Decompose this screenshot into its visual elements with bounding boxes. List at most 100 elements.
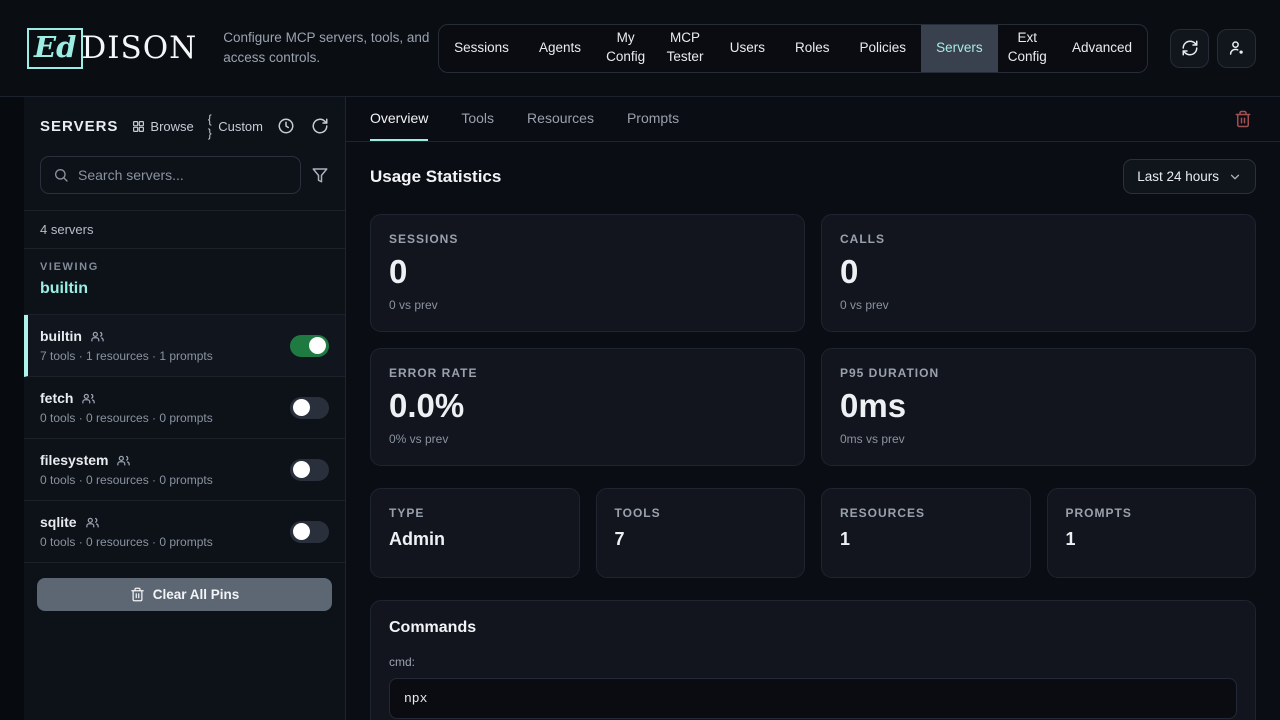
usage-header: Usage Statistics Last 24 hours (370, 159, 1256, 194)
chevron-down-icon (1228, 170, 1242, 184)
user-settings-button[interactable] (1217, 29, 1256, 68)
stat-label: ERROR RATE (389, 366, 786, 380)
sidebar-title: SERVERS (40, 118, 118, 135)
info-card-prompts: PROMPTS 1 (1047, 488, 1257, 578)
toggle-knob (293, 461, 310, 478)
stat-value: 0ms (840, 387, 1237, 425)
users-icon (81, 391, 96, 406)
server-toggle-filesystem[interactable] (290, 459, 329, 481)
server-toggle-fetch[interactable] (290, 397, 329, 419)
server-info: sqlite 0 tools · 0 resources · 0 prompts (40, 514, 290, 549)
tab-resources[interactable]: Resources (527, 97, 594, 141)
server-row-fetch[interactable]: fetch 0 tools · 0 resources · 0 prompts (24, 377, 345, 439)
server-meta: 0 tools · 0 resources · 0 prompts (40, 411, 290, 425)
top-nav: Sessions Agents My Config MCP Tester Use… (438, 24, 1148, 73)
tab-prompts[interactable]: Prompts (627, 97, 679, 141)
server-row-filesystem[interactable]: filesystem 0 tools · 0 resources · 0 pro… (24, 439, 345, 501)
server-name: sqlite (40, 514, 77, 530)
tab-tools[interactable]: Tools (461, 97, 494, 141)
detail-tabbar: Overview Tools Resources Prompts (346, 97, 1280, 142)
cmd-label: cmd: (389, 655, 1237, 669)
nav-item-users[interactable]: Users (715, 25, 780, 72)
sync-button[interactable] (1170, 29, 1209, 68)
server-toggle-sqlite[interactable] (290, 521, 329, 543)
custom-button[interactable]: { } Custom (208, 112, 263, 140)
info-value: Admin (389, 529, 561, 550)
logo-text: DISON (81, 33, 197, 64)
time-range-dropdown[interactable]: Last 24 hours (1123, 159, 1256, 194)
time-range-label: Last 24 hours (1137, 169, 1219, 184)
history-clock-icon[interactable] (277, 117, 295, 135)
toggle-knob (293, 399, 310, 416)
stat-card-calls: CALLS 0 0 vs prev (821, 214, 1256, 332)
toggle-knob (309, 337, 326, 354)
stat-card-error-rate: ERROR RATE 0.0% 0% vs prev (370, 348, 805, 466)
server-name: builtin (40, 328, 82, 344)
viewing-block: VIEWING builtin (24, 249, 345, 315)
nav-item-ext-config[interactable]: Ext Config (998, 25, 1057, 72)
users-icon (116, 453, 131, 468)
filter-icon[interactable] (311, 166, 329, 184)
stat-value: 0 (840, 253, 1237, 291)
toggle-knob (293, 523, 310, 540)
clear-all-pins-label: Clear All Pins (153, 587, 240, 602)
info-label: RESOURCES (840, 506, 1012, 520)
server-row-sqlite[interactable]: sqlite 0 tools · 0 resources · 0 prompts (24, 501, 345, 563)
nav-item-advanced[interactable]: Advanced (1057, 25, 1147, 72)
search-box (40, 156, 301, 194)
stat-delta: 0ms vs prev (840, 432, 1237, 446)
server-info: filesystem 0 tools · 0 resources · 0 pro… (40, 452, 290, 487)
server-meta: 0 tools · 0 resources · 0 prompts (40, 473, 290, 487)
server-detail-panel: Overview Tools Resources Prompts Usage S… (345, 97, 1280, 720)
sidebar-header-icons (277, 117, 329, 135)
content-area: SERVERS Browse { } Custom (0, 97, 1280, 720)
servers-sidebar: SERVERS Browse { } Custom (24, 97, 345, 720)
stat-card-p95-duration: P95 DURATION 0ms 0ms vs prev (821, 348, 1256, 466)
nav-item-mcp-tester[interactable]: MCP Tester (655, 25, 714, 72)
usage-title: Usage Statistics (370, 167, 501, 187)
info-card-resources: RESOURCES 1 (821, 488, 1031, 578)
app-logo[interactable]: EdDISON (27, 28, 197, 69)
browse-button[interactable]: Browse (132, 119, 193, 134)
cmd-value: npx (389, 678, 1237, 719)
overview-content: Usage Statistics Last 24 hours SESSIONS … (346, 142, 1280, 720)
info-card-tools: TOOLS 7 (596, 488, 806, 578)
server-row-builtin[interactable]: builtin 7 tools · 1 resources · 1 prompt… (24, 315, 345, 377)
stat-delta: 0 vs prev (389, 298, 786, 312)
stat-label: SESSIONS (389, 232, 786, 246)
app-tagline: Configure MCP servers, tools, and access… (223, 28, 438, 69)
search-input[interactable] (78, 167, 288, 183)
info-label: PROMPTS (1066, 506, 1238, 520)
server-info: fetch 0 tools · 0 resources · 0 prompts (40, 390, 290, 425)
info-label: TOOLS (615, 506, 787, 520)
stat-card-sessions: SESSIONS 0 0 vs prev (370, 214, 805, 332)
info-value: 1 (1066, 529, 1238, 550)
trash-icon (130, 587, 145, 602)
tab-overview[interactable]: Overview (370, 97, 428, 141)
nav-item-agents[interactable]: Agents (524, 25, 596, 72)
stat-value: 0 (389, 253, 786, 291)
sync-icon (1181, 39, 1199, 57)
delete-server-button[interactable] (1234, 97, 1252, 141)
nav-item-sessions[interactable]: Sessions (439, 25, 524, 72)
sidebar-footer: Clear All Pins (24, 563, 345, 626)
stat-delta: 0 vs prev (840, 298, 1237, 312)
server-info: builtin 7 tools · 1 resources · 1 prompt… (40, 328, 290, 363)
app-header: EdDISON Configure MCP servers, tools, an… (0, 0, 1280, 97)
server-name: fetch (40, 390, 73, 406)
clear-all-pins-button[interactable]: Clear All Pins (37, 578, 332, 611)
server-count: 4 servers (24, 211, 345, 249)
nav-item-roles[interactable]: Roles (780, 25, 845, 72)
users-icon (85, 515, 100, 530)
nav-item-my-config[interactable]: My Config (596, 25, 655, 72)
browse-label: Browse (150, 119, 193, 134)
nav-item-servers[interactable]: Servers (921, 25, 998, 72)
server-name: filesystem (40, 452, 108, 468)
search-icon (53, 167, 69, 183)
nav-item-policies[interactable]: Policies (845, 25, 922, 72)
info-card-type: TYPE Admin (370, 488, 580, 578)
refresh-icon[interactable] (311, 117, 329, 135)
server-toggle-builtin[interactable] (290, 335, 329, 357)
server-meta: 0 tools · 0 resources · 0 prompts (40, 535, 290, 549)
server-info-grid: TYPE Admin TOOLS 7 RESOURCES 1 PROMPTS 1 (370, 488, 1256, 578)
